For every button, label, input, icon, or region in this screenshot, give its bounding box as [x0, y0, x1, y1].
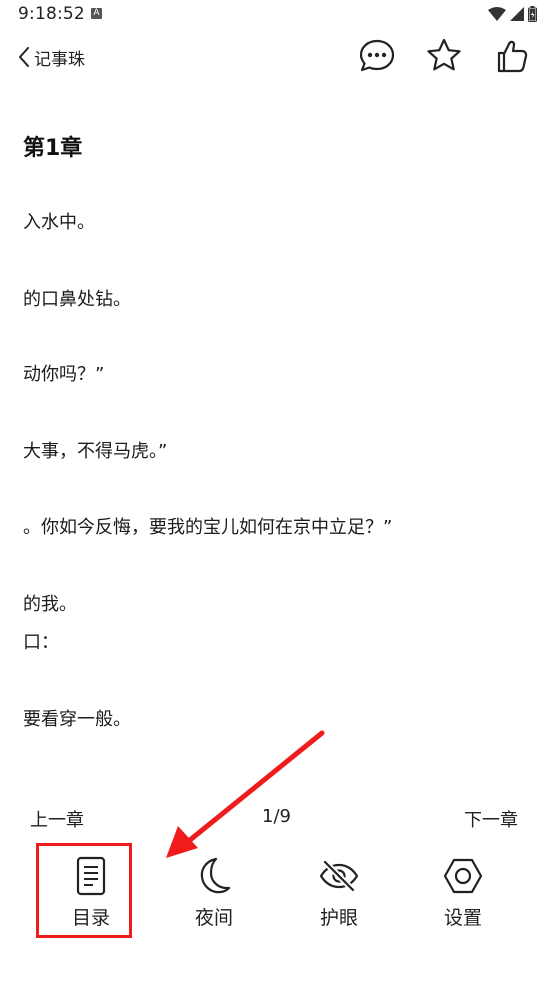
paragraph: 的我。	[23, 594, 77, 615]
document-list-icon	[76, 856, 106, 896]
battery-icon	[528, 6, 537, 22]
thumbs-up-icon	[497, 40, 528, 73]
settings-label: 设置	[443, 907, 482, 929]
comment-icon	[359, 39, 395, 72]
like-button[interactable]	[491, 36, 531, 76]
hexagon-settings-icon	[443, 858, 483, 894]
night-mode-button[interactable]: 夜间	[169, 855, 259, 930]
eye-care-button[interactable]: 护眼	[294, 855, 384, 930]
chapter-title: 第1章	[23, 136, 83, 161]
status-icons	[488, 6, 537, 22]
favorite-button[interactable]	[424, 36, 464, 76]
paragraph: 大事，不得马虎。”	[23, 441, 168, 462]
eye-off-icon	[319, 859, 359, 893]
paragraph: 要看穿一般。	[23, 709, 131, 730]
settings-button[interactable]: 设置	[418, 855, 508, 930]
red-arrow-annotation	[166, 730, 325, 858]
status-time: 9:18:52	[18, 4, 85, 24]
comment-button[interactable]	[357, 36, 397, 76]
signal-icon	[510, 7, 524, 21]
star-icon	[427, 38, 461, 71]
eye-care-label: 护眼	[319, 907, 358, 929]
page-indicator: 1/9	[262, 806, 291, 827]
moon-icon	[200, 857, 231, 894]
night-mode-label: 夜间	[194, 907, 233, 929]
toc-button[interactable]: 目录	[46, 855, 136, 930]
next-chapter-button[interactable]: 下一章	[464, 806, 518, 832]
paragraph: 的口鼻处钻。	[23, 289, 131, 310]
paragraph: 口：	[23, 632, 59, 653]
prev-chapter-button[interactable]: 上一章	[30, 806, 84, 832]
chevron-left-icon	[19, 47, 29, 67]
toc-label: 目录	[71, 907, 110, 929]
paragraph: 动你吗？”	[23, 364, 105, 385]
wifi-icon	[488, 7, 506, 21]
paragraph: 。你如今反悔，要我的宝儿如何在京中立足？”	[23, 517, 393, 538]
paragraph: 入水中。	[23, 212, 95, 233]
back-label: 记事珠	[34, 49, 85, 70]
back-button[interactable]: 记事珠	[18, 44, 85, 70]
notification-badge-icon: A	[91, 8, 102, 19]
